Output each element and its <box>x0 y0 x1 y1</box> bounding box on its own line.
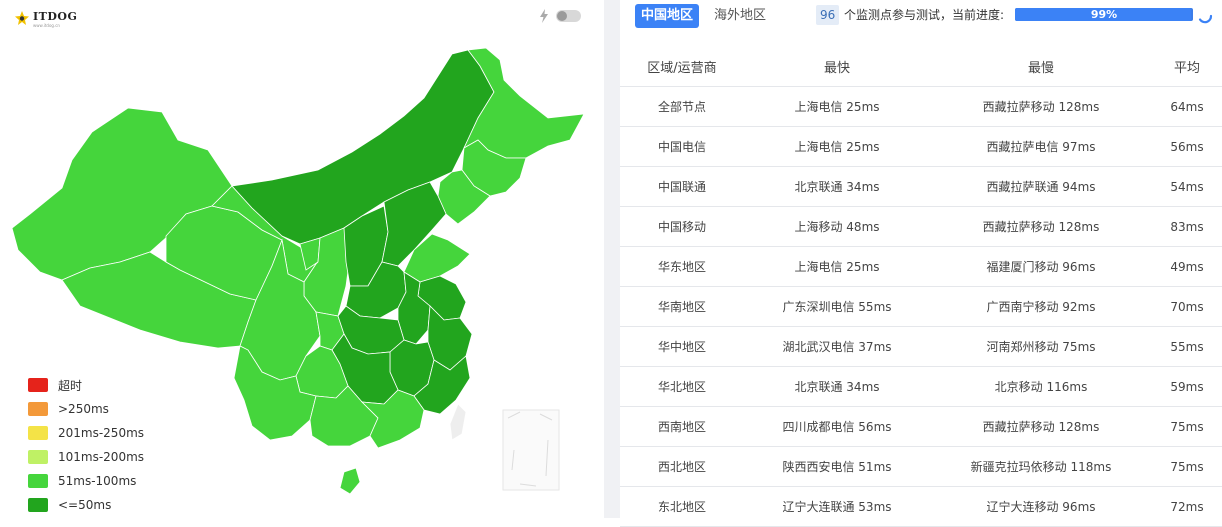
cell-slowest: 西藏拉萨移动 128ms <box>930 86 1152 127</box>
cell-region: 西南地区 <box>620 406 744 447</box>
legend-item[interactable]: 101ms-200ms <box>28 445 144 469</box>
legend-swatch <box>28 378 48 392</box>
table-header-row: 区域/运营商 最快 最慢 平均 <box>620 46 1222 87</box>
cell-region: 东北地区 <box>620 486 744 527</box>
progress-label: 99% <box>1090 8 1118 21</box>
cell-slowest: 西藏拉萨联通 94ms <box>930 166 1152 207</box>
map-panel: ITDOG www.itdog.cn 超时 >250ms 201ms-250ms… <box>0 0 604 518</box>
table-row[interactable]: 西南地区 四川成都电信 56ms 西藏拉萨移动 128ms 75ms <box>620 406 1222 447</box>
legend-item[interactable]: >250ms <box>28 397 144 421</box>
legend-label: <=50ms <box>58 498 112 512</box>
panel-divider <box>604 0 620 518</box>
cell-fastest: 四川成都电信 56ms <box>744 406 930 447</box>
loading-spinner-icon <box>1198 14 1213 24</box>
cell-average: 54ms <box>1152 166 1222 207</box>
cell-region: 中国联通 <box>620 166 744 207</box>
cell-fastest: 上海移动 48ms <box>744 206 930 247</box>
table-row[interactable]: 华东地区 上海电信 25ms 福建厦门移动 96ms 49ms <box>620 246 1222 287</box>
cell-slowest: 北京移动 116ms <box>930 366 1152 407</box>
cell-region: 全部节点 <box>620 86 744 127</box>
cell-fastest: 北京联通 34ms <box>744 366 930 407</box>
cell-region: 中国移动 <box>620 206 744 247</box>
latency-legend: 超时 >250ms 201ms-250ms 101ms-200ms 51ms-100ms… <box>28 373 144 517</box>
legend-swatch <box>28 498 48 512</box>
south-china-sea-inset <box>502 409 560 491</box>
cell-slowest: 广西南宁移动 92ms <box>930 286 1152 327</box>
table-row[interactable]: 西北地区 陕西西安电信 51ms 新疆克拉玛依移动 118ms 75ms <box>620 446 1222 487</box>
cell-slowest: 西藏拉萨移动 128ms <box>930 406 1152 447</box>
header-region: 区域/运营商 <box>620 46 744 87</box>
table-row[interactable]: 中国联通 北京联通 34ms 西藏拉萨联通 94ms 54ms <box>620 166 1222 207</box>
table-row[interactable]: 中国移动 上海移动 48ms 西藏拉萨移动 128ms 83ms <box>620 206 1222 247</box>
cell-fastest: 广东深圳电信 55ms <box>744 286 930 327</box>
legend-swatch <box>28 426 48 440</box>
cell-average: 72ms <box>1152 486 1222 527</box>
cell-slowest: 新疆克拉玛依移动 118ms <box>930 446 1152 487</box>
cell-average: 83ms <box>1152 206 1222 247</box>
cell-region: 华北地区 <box>620 366 744 407</box>
cell-fastest: 上海电信 25ms <box>744 246 930 287</box>
cell-average: 59ms <box>1152 366 1222 407</box>
cell-average: 70ms <box>1152 286 1222 327</box>
table-row[interactable]: 华中地区 湖北武汉电信 37ms 河南郑州移动 75ms 55ms <box>620 326 1222 367</box>
cell-fastest: 北京联通 34ms <box>744 166 930 207</box>
cell-average: 56ms <box>1152 126 1222 167</box>
header-slowest: 最慢 <box>930 46 1152 87</box>
cell-fastest: 湖北武汉电信 37ms <box>744 326 930 367</box>
legend-item[interactable]: 超时 <box>28 373 144 397</box>
progress-bar: 99% <box>1015 8 1193 21</box>
legend-label: 101ms-200ms <box>58 450 145 464</box>
cell-slowest: 辽宁大连移动 96ms <box>930 486 1152 527</box>
table-row[interactable]: 华北地区 北京联通 34ms 北京移动 116ms 59ms <box>620 366 1222 407</box>
legend-item[interactable]: 201ms-250ms <box>28 421 144 445</box>
region-tabs-bar: 中国地区 海外地区 96 个监测点参与测试，当前进度: 99% <box>620 0 1222 34</box>
cell-average: 75ms <box>1152 446 1222 487</box>
cell-region: 中国电信 <box>620 126 744 167</box>
region-hainan[interactable] <box>339 467 361 495</box>
cell-region: 华南地区 <box>620 286 744 327</box>
results-panel: 中国地区 海外地区 96 个监测点参与测试，当前进度: 99% 区域/运营商 最… <box>620 0 1222 527</box>
legend-label: 201ms-250ms <box>58 426 145 440</box>
cell-average: 49ms <box>1152 246 1222 287</box>
header-fastest: 最快 <box>744 46 930 87</box>
tab-china[interactable]: 中国地区 <box>635 4 700 28</box>
progress-text: 个监测点参与测试，当前进度: <box>844 8 1005 22</box>
node-count-badge: 96 <box>816 5 840 25</box>
legend-label: 51ms-100ms <box>58 474 137 488</box>
cell-fastest: 辽宁大连联通 53ms <box>744 486 930 527</box>
cell-fastest: 陕西西安电信 51ms <box>744 446 930 487</box>
legend-item[interactable]: <=50ms <box>28 493 144 517</box>
header-average: 平均 <box>1152 46 1222 87</box>
legend-swatch <box>28 450 48 464</box>
cell-region: 西北地区 <box>620 446 744 487</box>
cell-slowest: 西藏拉萨电信 97ms <box>930 126 1152 167</box>
legend-label: >250ms <box>58 402 109 416</box>
table-row[interactable]: 东北地区 辽宁大连联通 53ms 辽宁大连移动 96ms 72ms <box>620 486 1222 527</box>
cell-region: 华东地区 <box>620 246 744 287</box>
cell-fastest: 上海电信 25ms <box>744 86 930 127</box>
tab-overseas[interactable]: 海外地区 <box>708 4 772 28</box>
legend-label: 超时 <box>58 378 83 393</box>
table-row[interactable]: 中国电信 上海电信 25ms 西藏拉萨电信 97ms 56ms <box>620 126 1222 167</box>
legend-item[interactable]: 51ms-100ms <box>28 469 144 493</box>
cell-region: 华中地区 <box>620 326 744 367</box>
table-row[interactable]: 全部节点 上海电信 25ms 西藏拉萨移动 128ms 64ms <box>620 86 1222 127</box>
legend-swatch <box>28 474 48 488</box>
region-taiwan <box>449 403 467 441</box>
cell-slowest: 河南郑州移动 75ms <box>930 326 1152 367</box>
cell-fastest: 上海电信 25ms <box>744 126 930 167</box>
legend-swatch <box>28 402 48 416</box>
cell-slowest: 福建厦门移动 96ms <box>930 246 1152 287</box>
cell-average: 75ms <box>1152 406 1222 447</box>
cell-average: 55ms <box>1152 326 1222 367</box>
latency-table: 区域/运营商 最快 最慢 平均 全部节点 上海电信 25ms 西藏拉萨移动 128m… <box>620 46 1222 527</box>
cell-slowest: 西藏拉萨移动 128ms <box>930 206 1152 247</box>
cell-average: 64ms <box>1152 86 1222 127</box>
table-row[interactable]: 华南地区 广东深圳电信 55ms 广西南宁移动 92ms 70ms <box>620 286 1222 327</box>
